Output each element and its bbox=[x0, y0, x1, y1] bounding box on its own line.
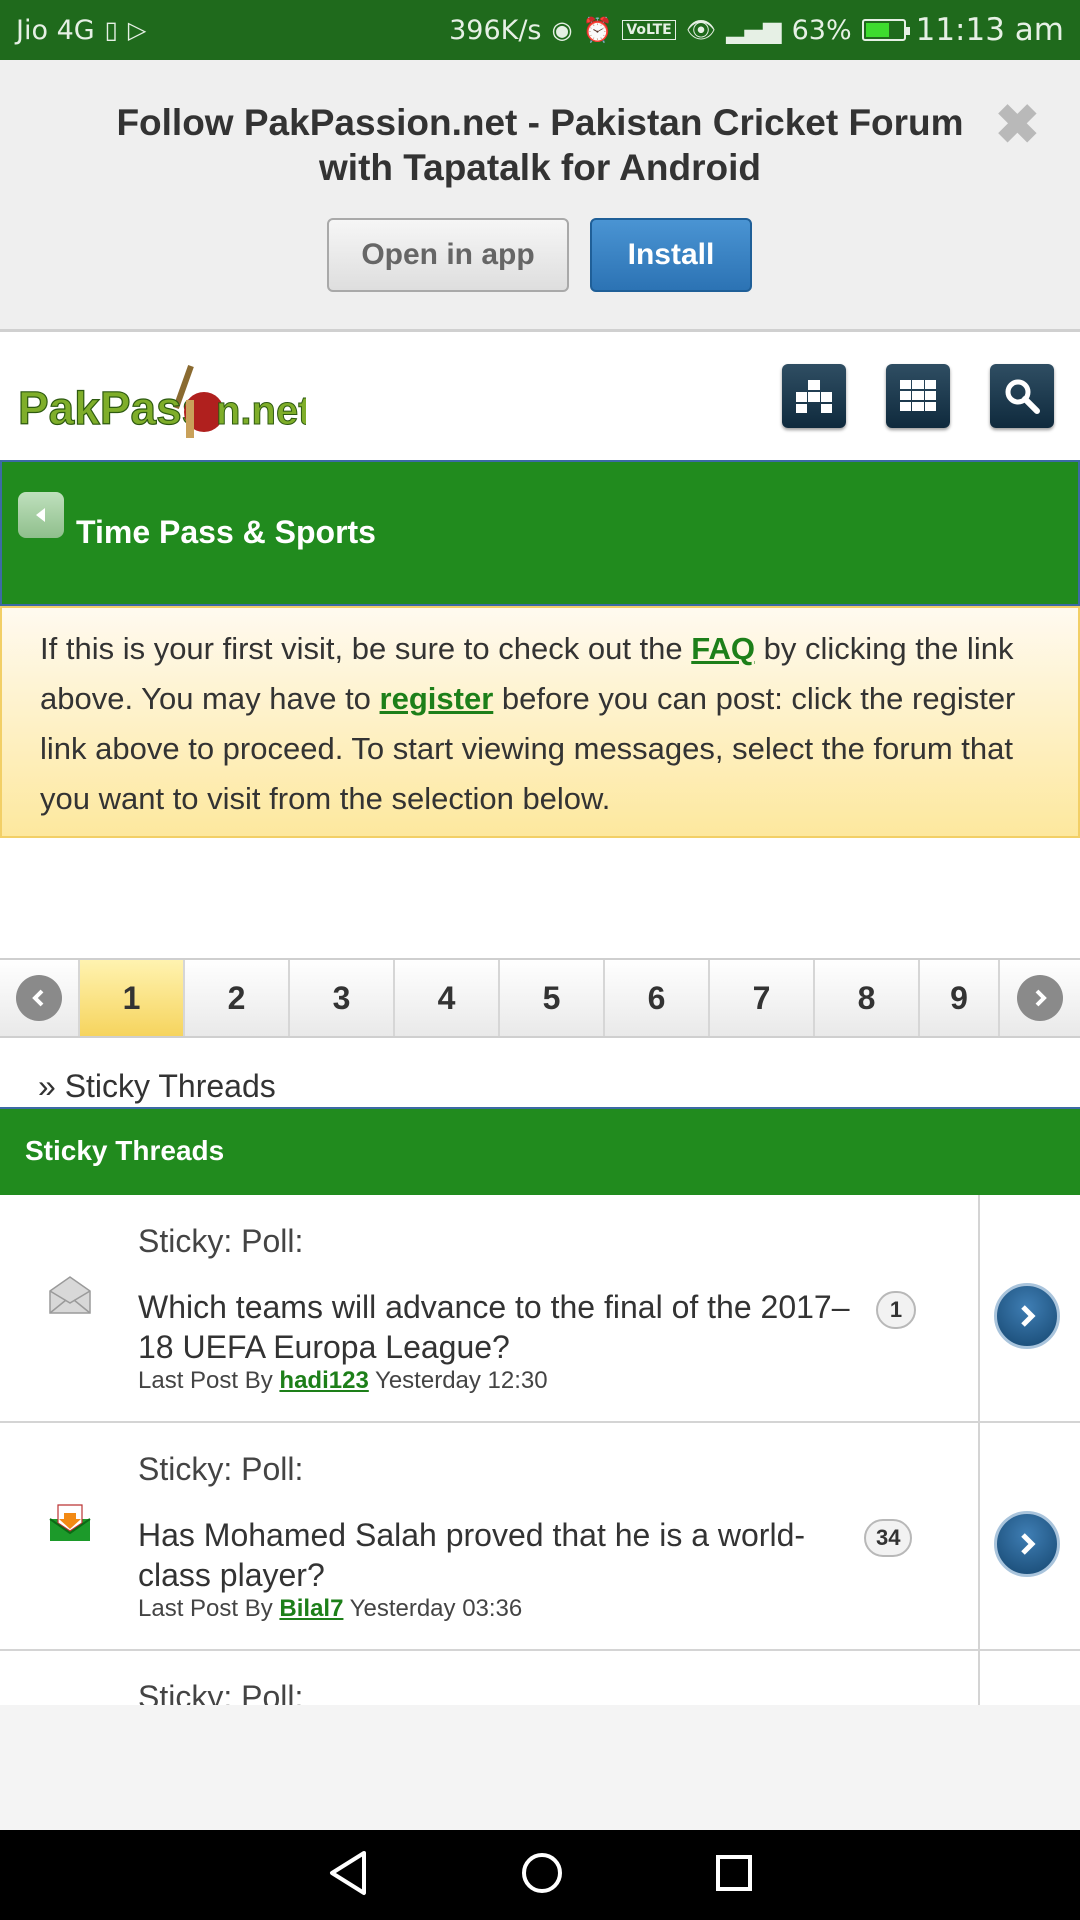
thread-row[interactable]: Sticky: Poll: bbox=[0, 1651, 1080, 1705]
envelope-new-icon bbox=[48, 1501, 92, 1545]
chevron-right-icon bbox=[1021, 1533, 1036, 1555]
chevron-left-icon bbox=[16, 975, 62, 1021]
back-triangle-icon bbox=[330, 1850, 366, 1895]
hotspot-icon: ◉ bbox=[551, 16, 573, 44]
faq-link[interactable]: FAQ bbox=[691, 631, 755, 666]
volte-icon: VoLTE bbox=[622, 20, 676, 40]
thread-prefix: Sticky: Poll: bbox=[138, 1223, 304, 1259]
last-post-label: Last Post By bbox=[138, 1367, 273, 1394]
sim-icon: ▯ bbox=[104, 16, 118, 44]
status-right: 396K/s ◉ ⏰ VoLTE 👁 ▂▄▆ 63% 11:13 am bbox=[449, 12, 1064, 48]
svg-text:n.net: n.net bbox=[216, 389, 306, 433]
page-bottom bbox=[0, 1705, 1080, 1830]
battery-percent: 63% bbox=[791, 14, 852, 46]
page-6[interactable]: 6 bbox=[605, 960, 710, 1036]
chevron-right-icon bbox=[1017, 975, 1063, 1021]
clock: 11:13 am bbox=[915, 12, 1064, 48]
thread-meta: Last Post By hadi123 Yesterday 12:30 bbox=[138, 1367, 548, 1395]
thread-meta: Last Post By Bilal7 Yesterday 03:36 bbox=[138, 1595, 522, 1623]
back-nav-button[interactable] bbox=[326, 1849, 370, 1902]
welcome-notice: If this is your first visit, be sure to … bbox=[0, 606, 1080, 838]
envelope-read-icon bbox=[48, 1273, 92, 1317]
last-post-user-link[interactable]: Bilal7 bbox=[279, 1595, 343, 1622]
banner-title: Follow PakPassion.net - Pakistan Cricket… bbox=[60, 100, 1020, 190]
apps-grid-icon[interactable] bbox=[886, 364, 950, 428]
page-3[interactable]: 3 bbox=[290, 960, 395, 1036]
recents-nav-button[interactable] bbox=[714, 1853, 754, 1898]
forum-header: Time Pass & Sports bbox=[0, 460, 1080, 606]
status-bar: Jio 4G ▯ ▷ 396K/s ◉ ⏰ VoLTE 👁 ▂▄▆ 63% 11… bbox=[0, 0, 1080, 60]
divider bbox=[978, 1423, 980, 1649]
last-post-time: Yesterday 12:30 bbox=[375, 1367, 548, 1394]
eye-icon: 👁 bbox=[685, 16, 717, 44]
menu-grid-icon[interactable] bbox=[782, 364, 846, 428]
thread-prefix: Sticky: Poll: bbox=[138, 1451, 304, 1487]
open-thread-button[interactable] bbox=[994, 1511, 1060, 1577]
chevron-right-icon bbox=[1021, 1305, 1036, 1327]
thread-title[interactable]: Which teams will advance to the final of… bbox=[138, 1287, 858, 1367]
breadcrumb: » Sticky Threads bbox=[0, 1038, 1080, 1108]
search-icon[interactable] bbox=[990, 364, 1054, 428]
install-button[interactable]: Install bbox=[590, 218, 752, 292]
reply-count-badge: 1 bbox=[876, 1291, 916, 1329]
back-button[interactable] bbox=[18, 492, 64, 538]
banner-title-line1: Follow PakPassion.net - Pakistan Cricket… bbox=[116, 102, 964, 143]
tapatalk-banner: Follow PakPassion.net - Pakistan Cricket… bbox=[0, 60, 1080, 332]
section-header: Sticky Threads bbox=[0, 1107, 1080, 1195]
page-1[interactable]: 1 bbox=[80, 960, 185, 1036]
page-7[interactable]: 7 bbox=[710, 960, 815, 1036]
notice-text-1: If this is your first visit, be sure to … bbox=[40, 631, 692, 666]
close-icon[interactable]: ✖ bbox=[995, 98, 1040, 152]
reply-count-badge: 34 bbox=[864, 1519, 913, 1557]
recents-square-icon bbox=[716, 1854, 752, 1891]
page-2[interactable]: 2 bbox=[185, 960, 290, 1036]
site-logo[interactable]: PakPass n.net bbox=[16, 360, 312, 440]
thread-prefix: Sticky: Poll: bbox=[138, 1679, 304, 1705]
open-in-app-button[interactable]: Open in app bbox=[327, 218, 569, 292]
divider bbox=[978, 1195, 980, 1421]
banner-title-line2: with Tapatalk for Android bbox=[319, 147, 761, 188]
network-speed: 396K/s bbox=[449, 14, 542, 46]
status-left: Jio 4G ▯ ▷ bbox=[16, 15, 146, 46]
thread-row[interactable]: Sticky: Poll: Has Mohamed Salah proved t… bbox=[0, 1423, 1080, 1651]
divider bbox=[978, 1651, 980, 1705]
open-thread-button[interactable] bbox=[994, 1283, 1060, 1349]
last-post-label: Last Post By bbox=[138, 1595, 273, 1622]
register-link[interactable]: register bbox=[380, 681, 494, 716]
thread-list: Sticky: Poll: Which teams will advance t… bbox=[0, 1195, 1080, 1705]
battery-icon bbox=[861, 19, 910, 41]
thread-title[interactable]: Has Mohamed Salah proved that he is a wo… bbox=[138, 1515, 858, 1595]
forum-title: Time Pass & Sports bbox=[76, 514, 376, 550]
page-5[interactable]: 5 bbox=[500, 960, 605, 1036]
home-nav-button[interactable] bbox=[520, 1851, 564, 1900]
last-post-user-link[interactable]: hadi123 bbox=[279, 1367, 368, 1394]
page-8[interactable]: 8 bbox=[815, 960, 920, 1036]
last-post-time: Yesterday 03:36 bbox=[349, 1595, 523, 1622]
svg-text:PakPass: PakPass bbox=[18, 382, 207, 434]
alarm-icon: ⏰ bbox=[582, 16, 613, 44]
play-store-icon: ▷ bbox=[127, 16, 147, 44]
home-circle-icon bbox=[522, 1852, 562, 1893]
page-4[interactable]: 4 bbox=[395, 960, 500, 1036]
next-page-button[interactable] bbox=[1000, 960, 1080, 1036]
site-header: PakPass n.net bbox=[0, 332, 1080, 460]
spacer bbox=[0, 838, 1080, 958]
carrier-label: Jio 4G bbox=[16, 14, 95, 46]
thread-row[interactable]: Sticky: Poll: Which teams will advance t… bbox=[0, 1195, 1080, 1423]
signal-icon: ▂▄▆ bbox=[726, 16, 782, 44]
back-arrow-icon bbox=[36, 508, 45, 522]
prev-page-button[interactable] bbox=[0, 960, 80, 1036]
navigation-bar bbox=[0, 1830, 1080, 1920]
page-9[interactable]: 9 bbox=[920, 960, 1000, 1036]
pagination: 1 2 3 4 5 6 7 8 9 bbox=[0, 958, 1080, 1038]
